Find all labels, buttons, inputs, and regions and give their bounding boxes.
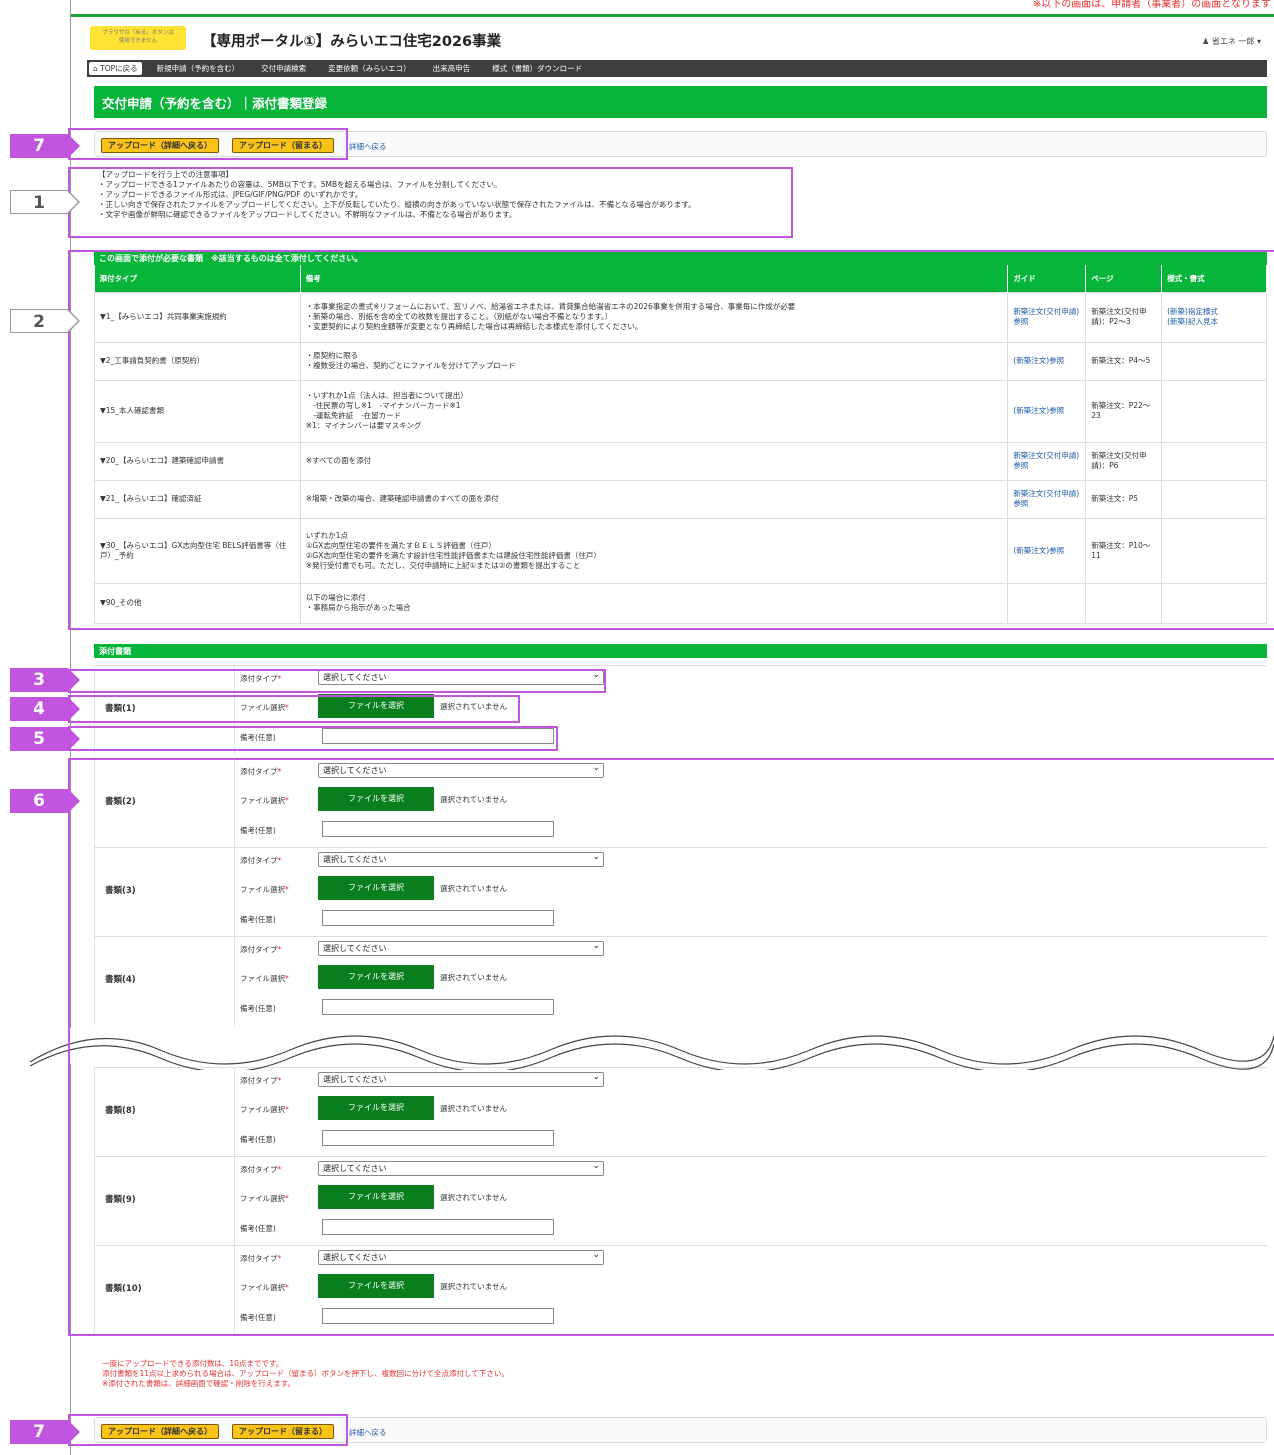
highlight-7-bottom [68, 1414, 348, 1446]
back-to-detail-link-bottom[interactable]: 詳細へ戻る [349, 1427, 387, 1438]
attachments-heading: 添付書類 [94, 644, 1267, 658]
app-title: 【専用ポータル①】みらいエコ住宅2026事業 [202, 34, 502, 50]
top-accent-bar [71, 14, 1274, 17]
nav-application-search[interactable]: 交付申請検索 [250, 63, 317, 74]
callout-5: 5 [10, 727, 80, 751]
callout-1: 1 [10, 190, 80, 214]
highlight-3 [68, 669, 606, 693]
upload-limit-note: 一度にアップロードできる添付数は、10点までです。 添付書類を11点以上求められ… [102, 1359, 509, 1388]
nav-new-application[interactable]: 新規申請（予約を含む） [146, 63, 251, 74]
nav-home[interactable]: ⌂ TOPに戻る [89, 62, 142, 75]
top-note: ※以下の画面は、申請者（事業者）の画面となります [1032, 0, 1271, 8]
highlight-2 [68, 250, 1274, 630]
callout-7-top: 7 [10, 134, 80, 158]
main-nav: ⌂ TOPに戻る 新規申請（予約を含む） 交付申請検索 変更依頼（みらいエコ） … [87, 60, 1267, 77]
callout-4: 4 [10, 697, 80, 721]
app-header: ブラウザの「戻る」ボタンは 使用できません 【専用ポータル①】みらいエコ住宅20… [87, 24, 1267, 58]
callout-2: 2 [10, 309, 80, 333]
browser-back-warning-logo: ブラウザの「戻る」ボタンは 使用できません [90, 26, 186, 50]
page-title: 交付申請（予約を含む）｜添付書類登録 [94, 86, 1267, 118]
highlight-6 [68, 758, 1274, 1336]
callout-3: 3 [10, 668, 80, 692]
callout-6: 6 [10, 789, 80, 813]
nav-change-request[interactable]: 変更依頼（みらいエコ） [317, 63, 422, 74]
back-to-detail-link[interactable]: 詳細へ戻る [349, 141, 387, 152]
callout-7-bottom: 7 [10, 1420, 80, 1444]
nav-form-download[interactable]: 様式（書類）ダウンロード [481, 63, 593, 74]
highlight-1 [68, 167, 793, 238]
highlight-7-top [68, 128, 348, 160]
highlight-5 [68, 726, 558, 751]
highlight-4 [68, 695, 520, 723]
user-menu[interactable]: ♟ 省エネ 一郎 ▾ [1202, 36, 1261, 47]
nav-progress-report[interactable]: 出来高申告 [422, 63, 482, 74]
